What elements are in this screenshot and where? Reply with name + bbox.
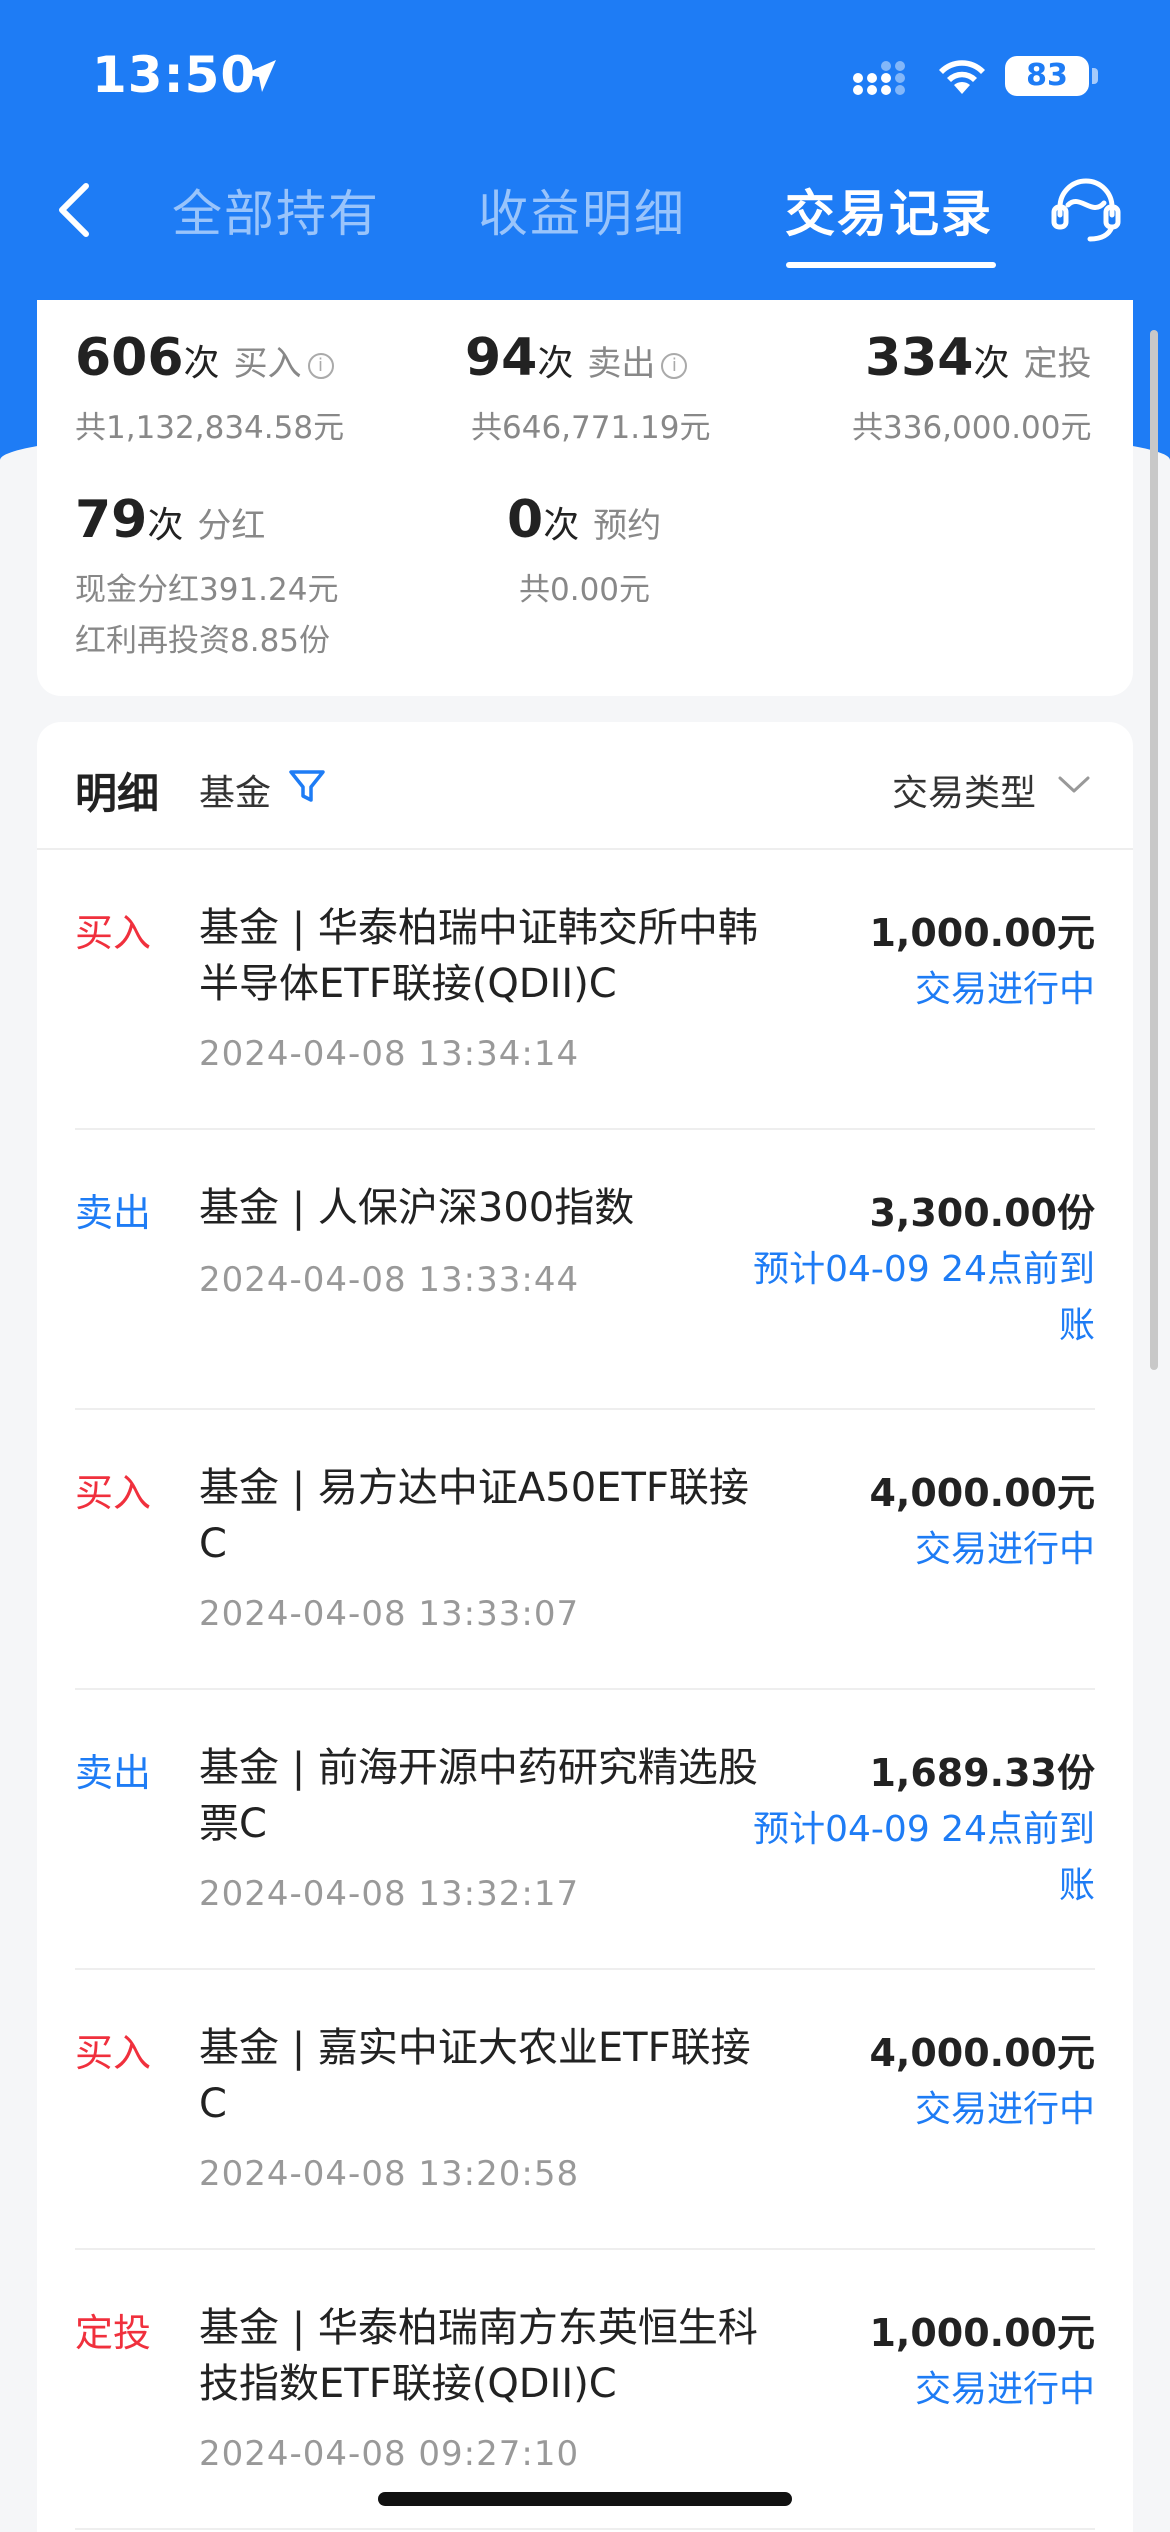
list-title: 明细 xyxy=(75,769,160,818)
transaction-kind: 买入 xyxy=(75,2031,152,2075)
transaction-amount: 4,000.00元 xyxy=(869,1471,1095,1515)
scrollbar[interactable] xyxy=(1150,330,1158,1370)
sell-label: 卖出 xyxy=(587,344,656,384)
transaction-amount: 1,000.00元 xyxy=(869,2311,1095,2355)
transaction-list-card: 明细 基金 交易类型 买入 基金 | 华泰柏瑞中证韩交所中韩半导体ETF联接(QD… xyxy=(37,722,1133,2532)
transaction-kind: 定投 xyxy=(75,2311,152,2355)
transaction-row[interactable]: 卖出 基金 | 前海开源中药研究精选股票C 2024-04-08 13:32:17 1… xyxy=(75,1690,1095,1970)
transaction-status: 交易进行中 xyxy=(914,2089,1095,2130)
transaction-datetime: 2024-04-08 13:32:17 xyxy=(199,1874,580,1914)
fund-name: 基金 | 华泰柏瑞中证韩交所中韩半导体ETF联接(QDII)C xyxy=(199,905,758,1007)
fund-name: 基金 | 易方达中证A50ETF联接C xyxy=(199,1465,749,1567)
auto-invest-total: 共336,000.00元 xyxy=(852,410,1092,446)
tab-earnings-detail[interactable]: 收益明细 xyxy=(478,174,686,246)
transaction-status: 交易进行中 xyxy=(914,969,1095,1010)
sell-unit: 次 xyxy=(537,343,574,384)
dividend-summary: 79次 分红 现金分红391.24元 红利再投资8.85份 xyxy=(75,490,338,660)
dividend-count: 79 xyxy=(75,490,148,550)
info-icon[interactable]: i xyxy=(661,353,688,379)
auto-invest-label: 定投 xyxy=(1023,344,1092,384)
transaction-amount: 1,689.33份 xyxy=(869,1751,1095,1795)
transaction-amount: 1,000.00元 xyxy=(869,911,1095,955)
transaction-amount: 3,300.00份 xyxy=(869,1191,1095,1235)
transaction-row[interactable]: 卖出 基金 | 人保沪深300指数 2024-04-08 13:33:44 3,300… xyxy=(75,1130,1095,1410)
sell-summary: 94次 卖出 i 共646,771.19元 xyxy=(465,328,711,447)
transaction-kind: 买入 xyxy=(75,1471,152,1515)
transaction-datetime: 2024-04-08 13:20:58 xyxy=(199,2154,580,2194)
transaction-amount: 4,000.00元 xyxy=(869,2031,1095,2075)
battery-icon: 83 xyxy=(1005,56,1089,96)
buy-label: 买入 xyxy=(233,344,302,384)
buy-total: 共1,132,834.58元 xyxy=(75,410,345,446)
fund-name: 基金 | 人保沪深300指数 xyxy=(199,1185,635,1231)
fund-name: 基金 | 嘉实中证大农业ETF联接C xyxy=(199,2025,751,2127)
home-indicator[interactable] xyxy=(378,2492,792,2506)
transaction-datetime: 2024-04-08 09:27:10 xyxy=(199,2434,580,2474)
customer-service-icon[interactable] xyxy=(1050,175,1122,249)
dividend-reinvest: 红利再投资8.85份 xyxy=(75,623,331,659)
transaction-status: 交易进行中 xyxy=(914,1529,1095,1570)
transaction-datetime: 2024-04-08 13:34:14 xyxy=(199,1034,580,1074)
dividend-cash: 现金分红391.24元 xyxy=(75,572,339,608)
transaction-datetime: 2024-04-08 13:33:44 xyxy=(199,1260,580,1300)
cellular-signal-icon xyxy=(852,60,912,100)
auto-invest-summary: 334次 定投 共336,000.00元 xyxy=(852,328,1092,447)
transaction-row[interactable]: 买入 基金 | 华泰柏瑞中证韩交所中韩半导体ETF联接(QDII)C 2024-04… xyxy=(75,850,1095,1130)
reservation-unit: 次 xyxy=(543,505,580,546)
status-bar: 13:50 83 xyxy=(0,0,1170,150)
transaction-row[interactable]: 买入 基金 | 嘉实中证大农业ETF联接C 2024-04-08 13:20:58 4… xyxy=(75,1970,1095,2250)
buy-summary: 606次 买入 i 共1,132,834.58元 xyxy=(75,328,344,447)
info-icon[interactable]: i xyxy=(307,353,334,379)
transaction-status: 交易进行中 xyxy=(914,2369,1095,2410)
transaction-status: 预计04-09 24点前到账 xyxy=(753,1809,1095,1906)
fund-name: 基金 | 华泰柏瑞南方东英恒生科技指数ETF联接(QDII)C xyxy=(199,2305,758,2407)
list-header: 明细 基金 交易类型 xyxy=(37,722,1133,850)
sell-count: 94 xyxy=(465,328,538,388)
transaction-kind: 卖出 xyxy=(75,1751,152,1795)
status-time: 13:50 xyxy=(92,46,257,104)
battery-cap xyxy=(1092,68,1098,84)
transaction-kind: 卖出 xyxy=(75,1191,152,1235)
summary-card: 606次 买入 i 共1,132,834.58元 94次 卖出 i 共646,771.1… xyxy=(37,300,1133,696)
sell-total: 共646,771.19元 xyxy=(471,410,711,446)
location-arrow-icon xyxy=(240,56,280,100)
buy-unit: 次 xyxy=(183,343,220,384)
top-navigation: 全部持有 收益明细 交易记录 xyxy=(0,150,1170,270)
auto-invest-unit: 次 xyxy=(973,343,1010,384)
active-tab-indicator xyxy=(786,262,996,268)
auto-invest-count: 334 xyxy=(864,328,974,388)
dividend-unit: 次 xyxy=(147,505,184,546)
reservation-count: 0 xyxy=(507,490,544,550)
buy-count: 606 xyxy=(75,328,184,388)
transaction-row[interactable]: 定投 基金 | 华泰柏瑞南方东英恒生科技指数ETF联接(QDII)C 2024-04… xyxy=(75,2250,1095,2530)
transaction-type-dropdown[interactable]: 交易类型 xyxy=(892,764,1036,816)
fund-name: 基金 | 前海开源中药研究精选股票C xyxy=(199,1745,758,1847)
transaction-row[interactable]: 买入 基金 | 易方达中证A50ETF联接C 2024-04-08 13:33:07… xyxy=(75,1410,1095,1690)
transaction-datetime: 2024-04-08 13:33:07 xyxy=(199,1594,580,1634)
filter-funnel-icon[interactable] xyxy=(287,766,327,810)
back-arrow-icon[interactable] xyxy=(50,180,100,240)
tab-transaction-records[interactable]: 交易记录 xyxy=(785,174,993,246)
transaction-kind: 买入 xyxy=(75,911,152,955)
fund-filter-label[interactable]: 基金 xyxy=(199,764,271,816)
wifi-icon xyxy=(936,56,988,100)
chevron-down-icon[interactable] xyxy=(1057,774,1091,800)
reservation-total: 共0.00元 xyxy=(519,572,651,608)
reservation-label: 预约 xyxy=(593,506,662,546)
reservation-summary: 0次 预约 共0.00元 xyxy=(507,490,661,609)
tab-all-holdings[interactable]: 全部持有 xyxy=(172,174,380,246)
transaction-status: 预计04-09 24点前到账 xyxy=(753,1249,1095,1346)
dividend-label: 分红 xyxy=(197,506,266,546)
